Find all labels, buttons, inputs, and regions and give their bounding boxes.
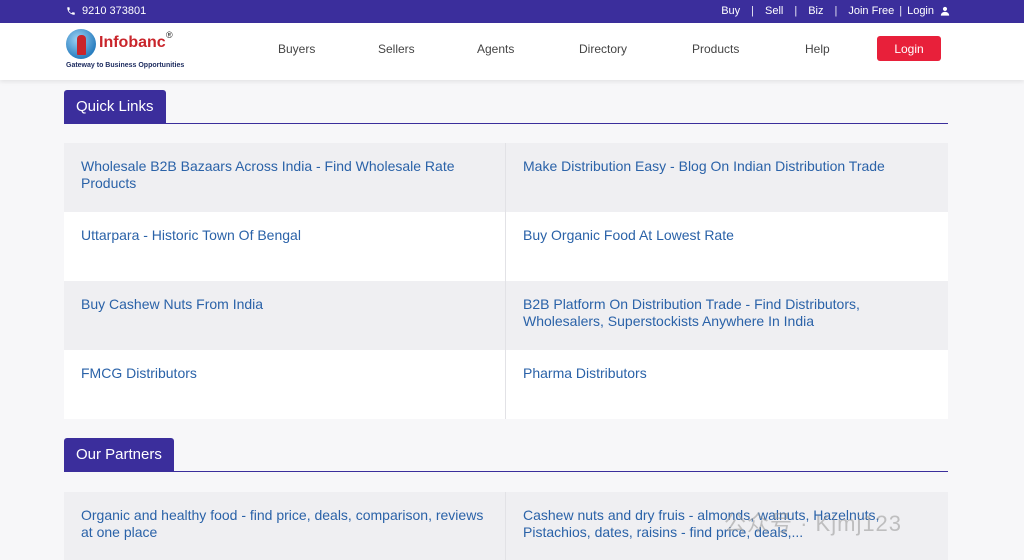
nav-agents[interactable]: Agents (477, 42, 514, 56)
quick-link[interactable]: Pharma Distributors (506, 350, 948, 419)
partners-title: Our Partners (64, 438, 174, 471)
logo-tagline: Gateway to Business Opportunities (66, 62, 185, 69)
logo-text: Infobanc (99, 34, 166, 51)
top-links: Buy | Sell | Biz | Join Free | Login (721, 5, 950, 17)
nav-directory[interactable]: Directory (579, 42, 627, 56)
table-row: Buy Cashew Nuts From India B2B Platform … (64, 281, 948, 350)
main-header: Infobanc ® Gateway to Business Opportuni… (0, 23, 1024, 80)
phone-icon (67, 7, 75, 15)
top-link-buy[interactable]: Buy (721, 5, 740, 17)
user-icon[interactable] (940, 6, 950, 16)
quick-link[interactable]: Buy Cashew Nuts From India (64, 281, 506, 350)
quick-link[interactable]: Wholesale B2B Bazaars Across India - Fin… (64, 143, 506, 212)
nav-buyers[interactable]: Buyers (278, 42, 315, 56)
phone-contact[interactable]: 9210 373801 (66, 5, 146, 17)
top-link-sell[interactable]: Sell (765, 5, 783, 17)
top-link-join-free[interactable]: Join Free (848, 5, 894, 17)
top-bar: 9210 373801 Buy | Sell | Biz | Join Free… (0, 0, 1024, 23)
divider: | (794, 5, 798, 17)
quick-links-title: Quick Links (64, 90, 166, 123)
table-row: Uttarpara - Historic Town Of Bengal Buy … (64, 212, 948, 281)
divider: | (899, 5, 903, 17)
nav-help[interactable]: Help (805, 42, 830, 56)
divider: | (751, 5, 755, 17)
quick-links-grid: Wholesale B2B Bazaars Across India - Fin… (64, 143, 948, 419)
table-row: Wholesale B2B Bazaars Across India - Fin… (64, 143, 948, 212)
registered-mark: ® (166, 30, 173, 40)
phone-number: 9210 373801 (82, 5, 147, 17)
quick-link[interactable]: FMCG Distributors (64, 350, 506, 419)
divider: | (834, 5, 838, 17)
table-row: FMCG Distributors Pharma Distributors (64, 350, 948, 419)
nav-products[interactable]: Products (692, 42, 739, 56)
infobanc-logo[interactable]: Infobanc ® Gateway to Business Opportuni… (64, 27, 184, 73)
logo-globe-icon (66, 29, 96, 59)
quick-links-header: Quick Links (64, 90, 948, 124)
nav-sellers[interactable]: Sellers (378, 42, 415, 56)
quick-link[interactable]: B2B Platform On Distribution Trade - Fin… (506, 281, 948, 350)
top-link-biz[interactable]: Biz (808, 5, 823, 17)
top-link-login[interactable]: Login (907, 5, 934, 17)
partners-header: Our Partners (64, 438, 948, 472)
login-button[interactable]: Login (877, 36, 941, 61)
quick-link[interactable]: Uttarpara - Historic Town Of Bengal (64, 212, 506, 281)
quick-link[interactable]: Make Distribution Easy - Blog On Indian … (506, 143, 948, 212)
watermark: 公众号 · Kjmj123 (724, 511, 903, 536)
quick-link[interactable]: Buy Organic Food At Lowest Rate (506, 212, 948, 281)
partner-link[interactable]: Organic and healthy food - find price, d… (64, 492, 506, 560)
